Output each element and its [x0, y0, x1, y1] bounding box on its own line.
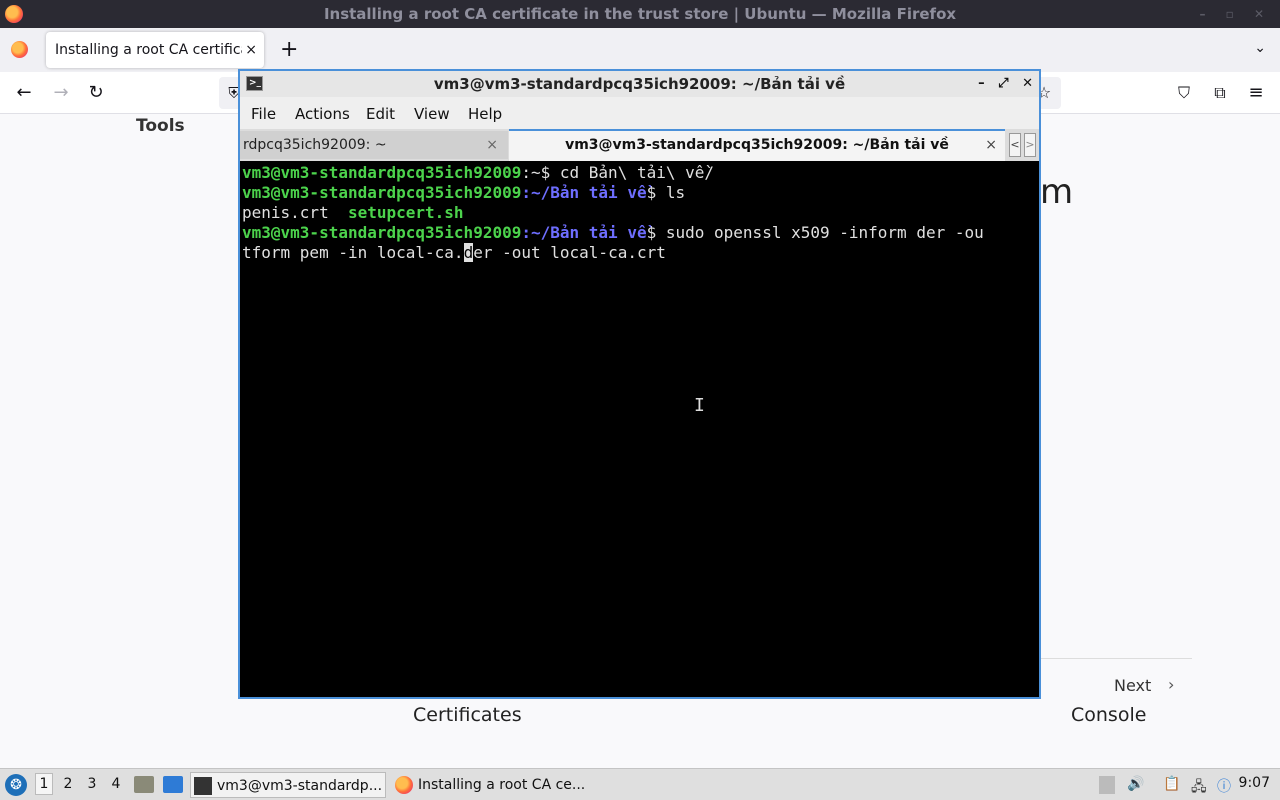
firefox-view-icon[interactable] [11, 41, 28, 58]
workspace-4[interactable]: 4 [107, 776, 125, 792]
minimize-icon[interactable]: – [978, 76, 985, 91]
file-manager-icon[interactable] [134, 776, 154, 793]
terminal-window-title: vm3@vm3-standardpcq35ich92009: ~/Bản tải… [433, 75, 846, 93]
page-divider [1040, 658, 1192, 659]
task-terminal[interactable]: vm3@vm3-standardp... [190, 772, 386, 798]
firefox-tab-title: Installing a root CA certificat [55, 42, 255, 58]
terminal-line: penis.crt setupcert.sh [242, 203, 464, 222]
taskbar: ❂ 1 2 3 4 vm3@vm3-standardp... Installin… [0, 768, 1280, 800]
menu-view[interactable]: View [414, 105, 450, 123]
tab-close-icon[interactable]: × [486, 131, 498, 159]
terminal-tabbar: rdpcq35ich92009: ~ × vm3@vm3-standardpcq… [240, 129, 1039, 161]
page-tools-label: Tools [136, 116, 185, 136]
menu-edit[interactable]: Edit [366, 105, 395, 123]
reload-icon[interactable]: ↻ [85, 82, 107, 104]
firefox-logo-icon [5, 5, 23, 23]
tab-scroll-right-button[interactable]: > [1024, 133, 1036, 157]
start-menu-icon[interactable]: ❂ [5, 774, 27, 796]
firefox-logo-icon [395, 776, 413, 794]
maximize-icon[interactable]: ⤢ [998, 76, 1008, 91]
task-firefox[interactable]: Installing a root CA ce... [392, 772, 592, 798]
firefox-titlebar: Installing a root CA certificate in the … [0, 0, 1280, 28]
app-menu-icon[interactable]: ≡ [1245, 82, 1267, 104]
terminal-line: tform pem -in local-ca.der -out local-ca… [242, 243, 666, 262]
forward-icon[interactable]: → [50, 82, 72, 104]
workspace-3[interactable]: 3 [83, 776, 101, 792]
ibeam-cursor-icon: I [694, 395, 705, 416]
workspace-1[interactable]: 1 [35, 773, 53, 795]
terminal-window: >_ vm3@vm3-standardpcq35ich92009: ~/Bản … [238, 69, 1041, 699]
workspace-2[interactable]: 2 [59, 776, 77, 792]
chevron-right-icon[interactable]: › [1168, 675, 1174, 694]
terminal-menubar: File Actions Edit View Help [240, 97, 1039, 129]
next-link-label[interactable]: Next [1114, 676, 1151, 695]
menu-help[interactable]: Help [468, 105, 502, 123]
firefox-tab-active[interactable]: Installing a root CA certificat × [46, 32, 264, 68]
close-icon[interactable]: ✕ [1022, 76, 1033, 91]
clipboard-icon[interactable]: 📋 [1163, 776, 1180, 792]
previous-page-link[interactable]: Certificates [413, 704, 522, 726]
page-heading: m [1040, 172, 1074, 212]
show-desktop-icon[interactable] [163, 776, 183, 793]
firefox-window-title: Installing a root CA certificate in the … [323, 5, 957, 23]
terminal-line: vm3@vm3-standardpcq35ich92009:~/Bản tải … [242, 223, 984, 242]
menu-actions[interactable]: Actions [295, 105, 350, 123]
terminal-tab-downloads[interactable]: vm3@vm3-standardpcq35ich92009: ~/Bản tải… [509, 129, 1005, 161]
terminal-tab-home[interactable]: rdpcq35ich92009: ~ × [240, 131, 508, 159]
network-icon[interactable]: 🖧 [1191, 776, 1207, 800]
next-page-link[interactable]: Console [1071, 704, 1146, 726]
tab-scroll-left-button[interactable]: < [1009, 133, 1021, 157]
pocket-icon[interactable]: ⛉ [1173, 82, 1195, 104]
notification-icon[interactable]: ⓘ [1217, 776, 1231, 796]
extensions-icon[interactable]: ⧉ [1209, 82, 1231, 104]
terminal-output[interactable]: vm3@vm3-standardpcq35ich92009:~$ cd Bản\… [240, 161, 1039, 697]
terminal-icon: >_ [246, 76, 263, 91]
terminal-tab-label: vm3@vm3-standardpcq35ich92009: ~/Bản tải… [565, 137, 949, 153]
firefox-tabbar: Installing a root CA certificat × + ⌄ [0, 28, 1280, 72]
tab-close-icon[interactable]: × [242, 32, 257, 68]
back-icon[interactable]: ← [13, 82, 35, 104]
new-tab-button[interactable]: + [280, 36, 298, 64]
volume-icon[interactable]: 🔊 [1127, 776, 1144, 792]
firefox-window-controls[interactable]: – ▫ ✕ [1199, 0, 1272, 28]
tab-close-icon[interactable]: × [985, 131, 997, 159]
terminal-tab-label: rdpcq35ich92009: ~ [243, 137, 387, 153]
text-cursor: d [463, 243, 474, 262]
list-all-tabs-icon[interactable]: ⌄ [1254, 40, 1266, 56]
updates-icon[interactable] [1099, 776, 1115, 794]
menu-file[interactable]: File [251, 105, 276, 123]
terminal-line: vm3@vm3-standardpcq35ich92009:~$ cd Bản\… [242, 163, 715, 182]
terminal-icon [194, 777, 212, 795]
clock[interactable]: 9:07 [1239, 775, 1270, 791]
terminal-titlebar[interactable]: >_ vm3@vm3-standardpcq35ich92009: ~/Bản … [240, 71, 1039, 97]
terminal-line: vm3@vm3-standardpcq35ich92009:~/Bản tải … [242, 183, 686, 202]
